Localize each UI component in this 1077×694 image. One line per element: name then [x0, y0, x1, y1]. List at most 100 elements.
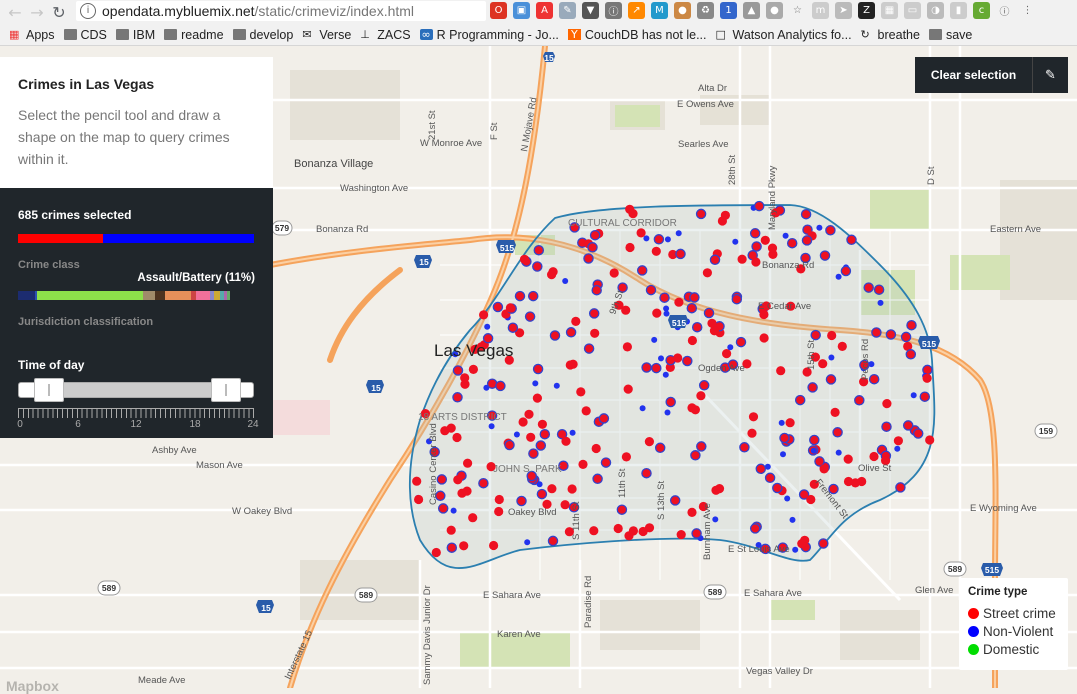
crime-point[interactable]	[749, 523, 761, 534]
crime-point[interactable]	[828, 354, 835, 361]
crime-point[interactable]	[504, 439, 515, 451]
crime-point[interactable]	[553, 382, 560, 389]
bookmark-ibm[interactable]: IBM	[115, 28, 155, 42]
crime-point[interactable]	[507, 322, 519, 333]
crime-point[interactable]	[843, 454, 853, 464]
crime-point[interactable]	[751, 241, 762, 252]
time-range-slider[interactable]	[18, 378, 254, 402]
crime-point[interactable]	[565, 327, 577, 338]
crime-point[interactable]	[731, 293, 743, 305]
crime-point[interactable]	[547, 535, 559, 547]
pencil-button[interactable]: ✎	[1033, 57, 1068, 93]
crime-point[interactable]	[687, 507, 697, 517]
tag-icon[interactable]: ▮	[950, 2, 967, 19]
address-bar[interactable]: i opendata.mybluemix.net/static/crimeviz…	[76, 1, 486, 21]
crime-point[interactable]	[414, 494, 424, 505]
crime-point[interactable]	[682, 355, 693, 367]
crime-point[interactable]	[547, 270, 557, 280]
crime-point[interactable]	[505, 303, 515, 313]
crime-point[interactable]	[810, 447, 817, 454]
bookmark-verse[interactable]: ✉ Verse	[302, 28, 351, 42]
crime-point[interactable]	[877, 299, 884, 306]
crime-point[interactable]	[492, 301, 504, 313]
crime-point[interactable]	[549, 330, 561, 341]
toggle-icon[interactable]: ◑	[927, 2, 944, 19]
crime-point[interactable]	[583, 343, 595, 354]
crime-point[interactable]	[644, 437, 655, 447]
crime-point[interactable]	[547, 484, 557, 494]
crime-point[interactable]	[784, 495, 791, 502]
crime-point[interactable]	[816, 224, 823, 231]
crime-point[interactable]	[846, 234, 857, 246]
class-segment[interactable]	[143, 291, 155, 300]
crime-point[interactable]	[590, 328, 600, 338]
cors-icon[interactable]: c	[973, 2, 990, 19]
badge-icon[interactable]: 1	[720, 2, 737, 19]
crime-point[interactable]	[516, 495, 527, 507]
crime-point[interactable]	[789, 516, 796, 523]
crime-point[interactable]	[810, 329, 821, 341]
crime-point[interactable]	[636, 265, 648, 276]
crime-point[interactable]	[767, 243, 778, 253]
crime-point[interactable]	[463, 458, 473, 468]
crime-point[interactable]	[712, 516, 719, 523]
crime-point[interactable]	[489, 540, 499, 551]
circle-icon[interactable]: ⓘ	[605, 2, 622, 19]
crime-point[interactable]	[609, 268, 619, 278]
crime-point[interactable]	[709, 254, 721, 266]
crime-point[interactable]	[468, 364, 478, 374]
crime-point[interactable]	[809, 434, 820, 446]
crime-point[interactable]	[825, 225, 836, 236]
crime-point[interactable]	[707, 318, 717, 328]
crime-point[interactable]	[676, 530, 686, 540]
crime-point[interactable]	[664, 236, 671, 243]
crime-point[interactable]	[568, 359, 578, 369]
crime-point[interactable]	[589, 526, 599, 536]
crime-point[interactable]	[827, 330, 837, 341]
crime-point[interactable]	[533, 244, 545, 256]
bookmark-watson[interactable]: □ Watson Analytics fo...	[716, 28, 852, 42]
crime-point[interactable]	[894, 445, 901, 452]
crime-point[interactable]	[674, 297, 684, 307]
info-icon[interactable]: i	[80, 3, 96, 19]
crime-point[interactable]	[690, 405, 701, 415]
crime-point[interactable]	[639, 405, 646, 412]
crime-point[interactable]	[689, 292, 700, 303]
crime-point[interactable]	[895, 482, 906, 493]
crime-point[interactable]	[536, 488, 548, 500]
crime-point[interactable]	[621, 452, 632, 462]
crime-point[interactable]	[695, 208, 707, 220]
crime-point[interactable]	[623, 384, 633, 394]
acrobat-icon[interactable]: A	[536, 2, 553, 19]
crime-point[interactable]	[764, 472, 776, 484]
class-segment[interactable]	[196, 291, 210, 300]
pocket-icon[interactable]: ▼	[582, 2, 599, 19]
crime-point[interactable]	[818, 538, 829, 549]
crime-point[interactable]	[651, 246, 661, 256]
crime-point[interactable]	[560, 500, 570, 510]
crime-point[interactable]	[450, 507, 457, 514]
crime-point[interactable]	[526, 432, 536, 442]
crime-point[interactable]	[532, 261, 543, 272]
bookmark-r-programming[interactable]: ∞ R Programming - Jo...	[419, 28, 559, 42]
bookmark-develop[interactable]: develop	[232, 28, 293, 42]
crime-point[interactable]	[600, 457, 612, 468]
crime-point[interactable]	[691, 528, 702, 539]
crime-point[interactable]	[871, 327, 882, 338]
crime-point[interactable]	[460, 373, 470, 383]
info-circle-icon[interactable]: ⓘ	[996, 2, 1013, 19]
bookmark-breathe[interactable]: ↻ breathe	[861, 28, 920, 42]
monitor-icon[interactable]: ▭	[904, 2, 921, 19]
crime-point[interactable]	[702, 268, 713, 278]
crime-point[interactable]	[524, 539, 531, 546]
crime-point[interactable]	[591, 443, 601, 454]
non-violent-segment[interactable]	[103, 234, 254, 243]
crime-point[interactable]	[687, 335, 698, 346]
crime-point[interactable]	[819, 464, 829, 474]
crime-point[interactable]	[772, 482, 783, 494]
bookmark-zacs[interactable]: ⊥ ZACS	[360, 28, 410, 42]
cookie-icon[interactable]: ●	[674, 2, 691, 19]
opera-icon[interactable]: O	[490, 2, 507, 19]
grid-ext-icon[interactable]: ▦	[881, 2, 898, 19]
crime-point[interactable]	[459, 541, 469, 551]
